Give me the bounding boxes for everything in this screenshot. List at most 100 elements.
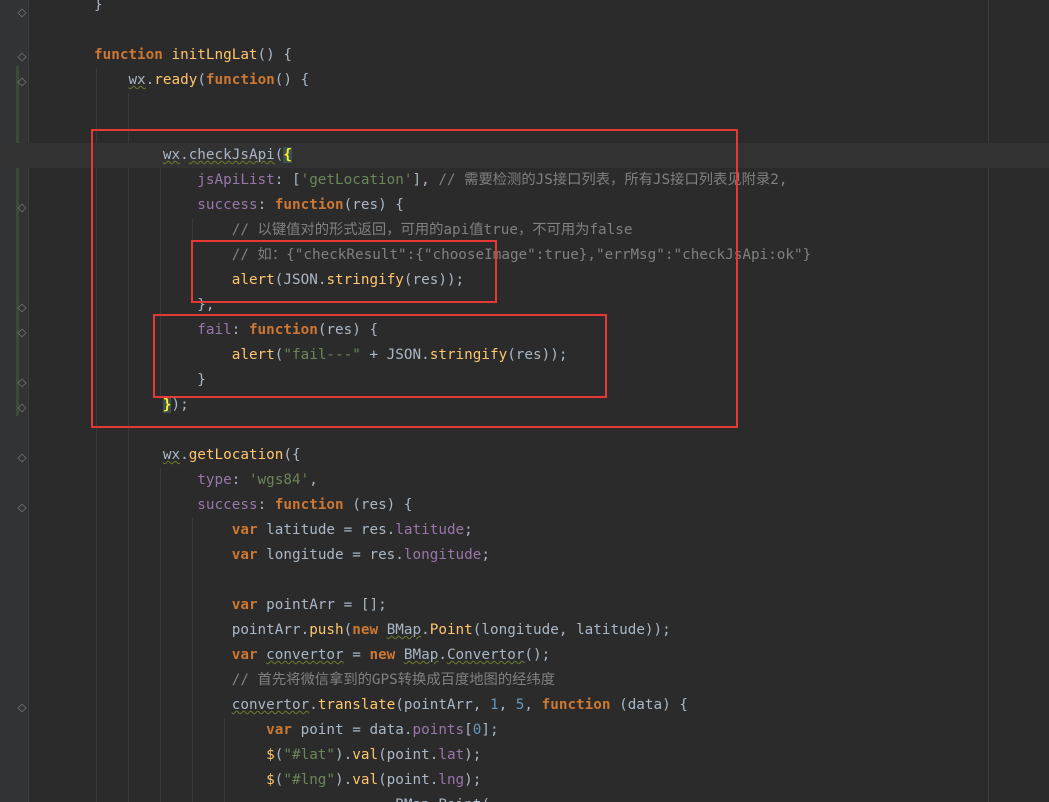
code-token: lat [438,747,465,763]
code-token: type [197,472,232,488]
code-token: BMap.Point( [395,797,490,802]
right-margin-line [988,0,989,802]
code-token: success [197,497,258,513]
fold-marker[interactable] [17,52,26,61]
code-token: var [231,597,267,613]
code-token: 'wgs84' [248,472,310,488]
code-token: (point. [378,772,439,788]
code-token: initLngLat [171,47,258,63]
fold-marker[interactable] [17,8,26,17]
code-token: . [438,647,447,663]
code-line-content: convertor.translate(pointArr, 1, 5, func… [94,693,688,718]
code-token: Point [429,622,473,638]
fold-marker[interactable] [17,503,26,512]
code-token: lng [438,772,465,788]
code-token: push [309,622,344,638]
code-token: pointArr. [231,622,310,638]
fold-marker[interactable] [17,203,26,212]
code-token: // 首先将微信拿到的GPS转换成百度地图的经纬度 [231,672,556,688]
code-token: : [257,497,275,513]
code-line-content: $("#lng").val(point.lng); [94,768,481,793]
code-token: var [266,722,301,738]
code-line-content: var point = data.points[0]; [94,718,499,743]
code-token: "#lng" [283,772,336,788]
code-token: . [180,447,189,463]
fold-marker[interactable] [17,77,26,86]
fold-marker[interactable] [17,378,26,387]
code-token: longitude = res. [266,547,404,563]
code-token: (); [524,647,551,663]
code-line-content: type: 'wgs84', [94,468,318,493]
code-token: [ [464,722,473,738]
editor-gutter [0,0,29,802]
code-token: convertor [266,647,344,663]
code-token: ); [464,772,482,788]
fold-marker[interactable] [17,453,26,462]
fold-marker[interactable] [17,703,26,712]
code-token: () { [274,72,310,88]
code-token: : [231,472,249,488]
code-token: val [352,772,379,788]
code-token: ready [154,72,198,88]
code-token: longitude [403,547,482,563]
code-token: var [231,522,267,538]
code-token: ( [343,622,353,638]
code-line-content: // 首先将微信拿到的GPS转换成百度地图的经纬度 [94,668,555,693]
code-line-content: pointArr.push(new BMap.Point(longitude, … [94,618,671,643]
code-token: ). [335,747,353,763]
code-line-content: wx.ready(function() { [94,68,309,93]
code-token: points [412,722,465,738]
code-token: $ [266,747,275,763]
code-token: , [498,697,516,713]
code-token: new [352,622,387,638]
highlight-box-fail [153,314,607,398]
code-token: val [352,747,379,763]
code-token: "#lat" [283,747,336,763]
code-token: ({ [283,447,301,463]
code-token: ; [481,547,490,563]
code-token: ( [197,72,206,88]
code-token: BMap [403,647,439,663]
code-token: function [94,47,172,63]
code-token: 1 [489,697,499,713]
code-token: , [309,472,318,488]
code-token: convertor [231,697,310,713]
code-line-content: var pointArr = []; [94,593,387,618]
code-token: ; [464,522,473,538]
code-line-content: $("#lat").val(point.lat); [94,743,481,768]
code-token: latitude = res. [266,522,396,538]
code-token: . [309,697,318,713]
code-line-content: var convertor = new BMap.Convertor(); [94,643,551,668]
code-token: Convertor [446,647,525,663]
code-token: . [145,72,155,88]
code-token: (res) { [352,497,413,513]
code-token: (point. [378,747,439,763]
code-token: (pointArr, [395,697,490,713]
code-line-content: BMap.Point( [94,793,490,802]
highlight-box-success-alert [191,240,497,303]
code-line-content: wx.getLocation({ [94,443,301,468]
code-token: var [231,647,267,663]
code-token: (longitude, latitude)); [472,622,671,638]
fold-marker[interactable] [17,303,26,312]
fold-marker[interactable] [17,328,26,337]
code-token: getLocation [188,447,284,463]
code-token: = [343,647,370,663]
code-token: , [524,697,542,713]
code-token: ]; [481,722,499,738]
code-token: ). [335,772,353,788]
code-token: (data) { [619,697,688,713]
fold-marker[interactable] [17,403,26,412]
